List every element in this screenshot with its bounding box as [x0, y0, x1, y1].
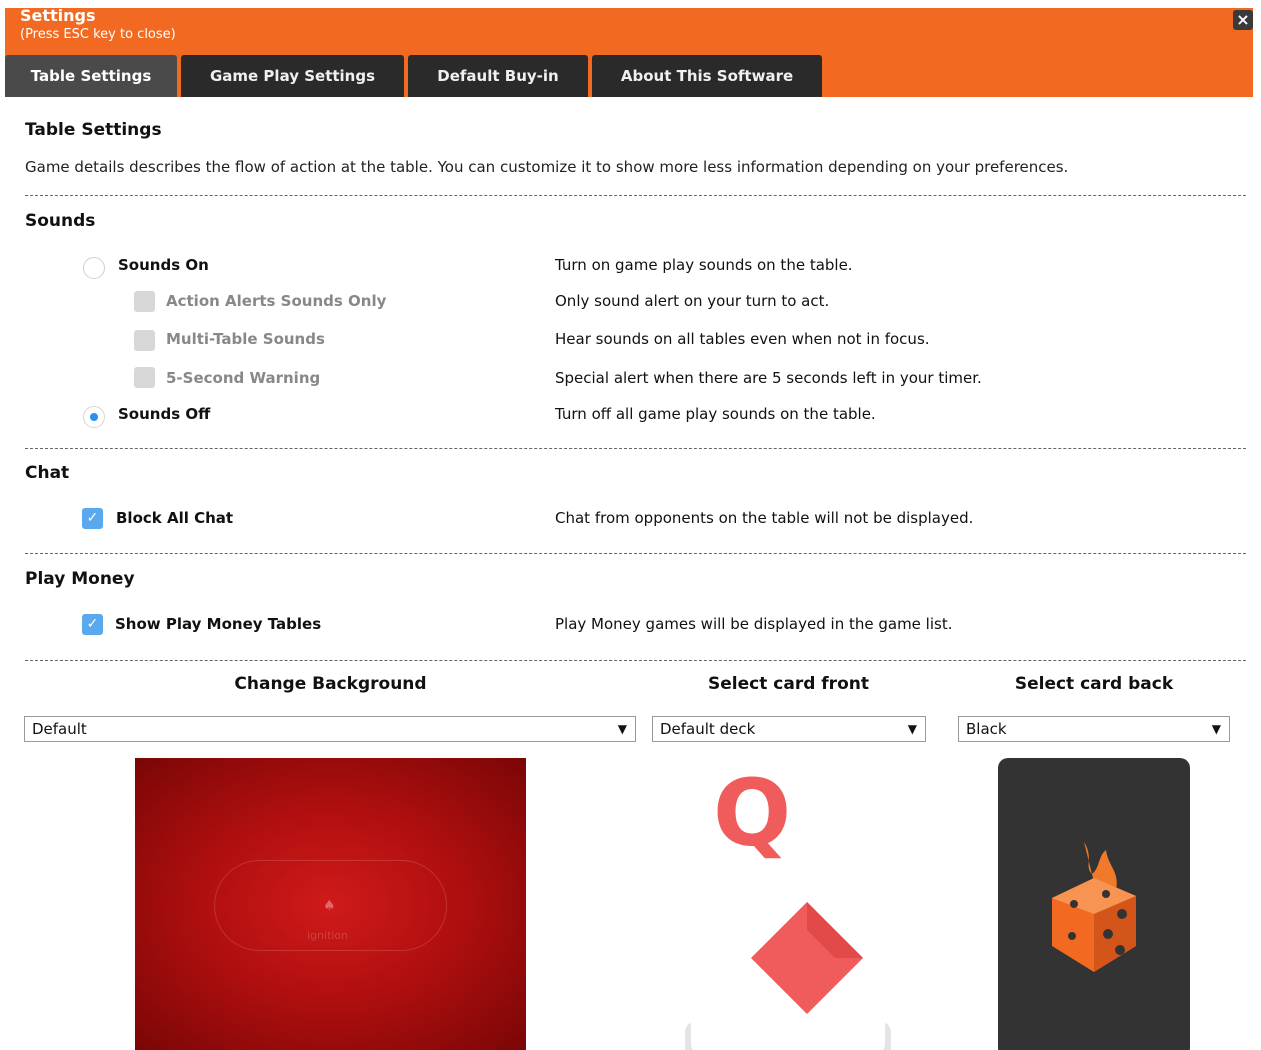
dropdown-arrow-icon: ▼: [907, 722, 917, 736]
diamond-suit-icon: [751, 902, 863, 1014]
sounds-off-label: Sounds Off: [118, 405, 211, 423]
ignition-watermark: ignition: [307, 929, 349, 942]
action-alerts-description: Only sound alert on your turn to act.: [555, 292, 830, 310]
background-preview: ♠ ignition: [135, 758, 526, 1050]
tab-game-play-settings[interactable]: Game Play Settings: [181, 55, 404, 97]
action-alerts-checkbox[interactable]: [134, 291, 155, 312]
block-all-chat-label: Block All Chat: [116, 509, 234, 527]
sounds-on-radio[interactable]: [83, 257, 105, 279]
dropdown-arrow-icon: ▼: [1211, 722, 1221, 736]
chat-heading: Chat: [25, 463, 70, 483]
page-description: Game details describes the flow of actio…: [25, 158, 1069, 176]
window-title: Settings: [20, 6, 96, 25]
sounds-off-radio[interactable]: [83, 406, 105, 428]
card-back-select[interactable]: Black ▼: [958, 716, 1230, 742]
card-face-bottom: [691, 1014, 885, 1050]
show-play-money-description: Play Money games will be displayed in th…: [555, 615, 953, 633]
card-back-select-value: Black: [966, 720, 1007, 738]
action-alerts-label: Action Alerts Sounds Only: [166, 292, 387, 310]
divider: [25, 195, 1246, 196]
select-card-front-title: Select card front: [708, 674, 869, 694]
play-money-heading: Play Money: [25, 569, 135, 589]
settings-header: Settings (Press ESC key to close) × Tabl…: [5, 8, 1253, 97]
sounds-on-description: Turn on game play sounds on the table.: [555, 256, 853, 274]
card-back-preview: [998, 758, 1190, 1050]
sounds-heading: Sounds: [25, 211, 96, 231]
show-play-money-label: Show Play Money Tables: [115, 615, 322, 633]
tab-table-settings[interactable]: Table Settings: [5, 55, 177, 97]
tab-about-this-software[interactable]: About This Software: [592, 55, 822, 97]
background-select[interactable]: Default ▼: [24, 716, 636, 742]
select-card-back-title: Select card back: [1014, 674, 1174, 694]
five-second-warning-description: Special alert when there are 5 seconds l…: [555, 369, 982, 387]
card-front-select[interactable]: Default deck ▼: [652, 716, 926, 742]
background-select-value: Default: [32, 720, 87, 738]
dropdown-arrow-icon: ▼: [617, 722, 627, 736]
flaming-dice-icon: [1052, 842, 1136, 972]
tab-default-buy-in[interactable]: Default Buy-in: [408, 55, 588, 97]
sounds-off-description: Turn off all game play sounds on the tab…: [555, 405, 876, 423]
window-subtitle: (Press ESC key to close): [20, 27, 176, 42]
ignition-logo-icon: ♠: [323, 898, 336, 914]
five-second-warning-label: 5-Second Warning: [166, 369, 321, 387]
page-title: Table Settings: [25, 120, 162, 140]
card-front-preview: Q: [685, 758, 891, 1050]
multi-table-sounds-description: Hear sounds on all tables even when not …: [555, 330, 930, 348]
close-button[interactable]: ×: [1233, 10, 1253, 30]
block-all-chat-description: Chat from opponents on the table will no…: [555, 509, 974, 527]
sounds-on-label: Sounds On: [118, 256, 209, 274]
five-second-warning-checkbox[interactable]: [134, 367, 155, 388]
block-all-chat-checkbox[interactable]: ✓: [82, 508, 103, 529]
multi-table-sounds-checkbox[interactable]: [134, 330, 155, 351]
multi-table-sounds-label: Multi-Table Sounds: [166, 330, 325, 348]
divider: [25, 448, 1246, 449]
change-background-title: Change Background: [234, 674, 427, 694]
card-front-select-value: Default deck: [660, 720, 756, 738]
divider: [25, 660, 1246, 661]
show-play-money-checkbox[interactable]: ✓: [82, 614, 103, 635]
divider: [25, 553, 1246, 554]
card-rank: Q: [713, 760, 792, 867]
